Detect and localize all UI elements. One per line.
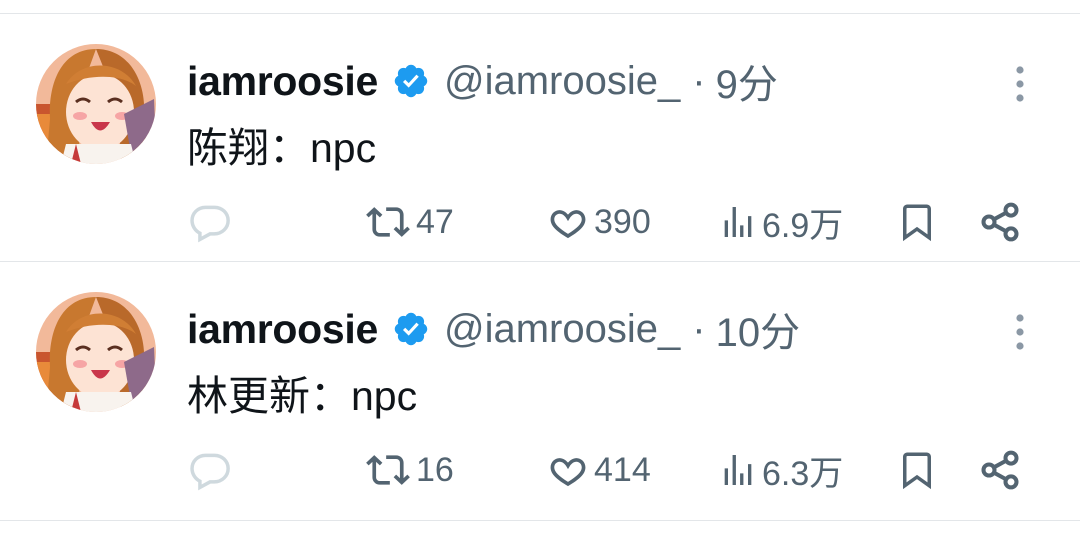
retweet-icon bbox=[364, 448, 412, 492]
action-bar: 16 414 6.3万 bbox=[0, 445, 1080, 495]
bottom-divider bbox=[0, 520, 1080, 521]
bookmark-icon bbox=[896, 198, 938, 246]
bookmark-button[interactable] bbox=[896, 445, 938, 495]
tweet-header: iamroosie @iamroosie_ · 10分 bbox=[187, 302, 800, 356]
display-name[interactable]: iamroosie bbox=[187, 58, 378, 105]
separator-dot: · bbox=[692, 58, 706, 103]
views-chart-icon bbox=[718, 448, 758, 492]
tweet-header: iamroosie @iamroosie_ · 9分 bbox=[187, 54, 778, 108]
user-handle[interactable]: @iamroosie_ bbox=[444, 307, 680, 352]
views-count: 6.3万 bbox=[762, 454, 844, 493]
views-count: 6.9万 bbox=[762, 206, 844, 245]
tweet-text: 陈翔：npc bbox=[187, 125, 377, 171]
views-button[interactable]: 6.9万 bbox=[718, 197, 843, 247]
tweet[interactable]: iamroosie @iamroosie_ · 9分 陈翔：npc 47 390 bbox=[0, 14, 1080, 260]
more-vertical-icon[interactable] bbox=[1010, 312, 1030, 352]
share-button[interactable] bbox=[978, 445, 1022, 495]
display-name[interactable]: iamroosie bbox=[187, 306, 378, 353]
more-vertical-icon[interactable] bbox=[1010, 64, 1030, 104]
share-icon bbox=[978, 200, 1022, 244]
retweet-count: 47 bbox=[416, 202, 454, 241]
verified-badge-icon bbox=[392, 310, 430, 348]
like-button[interactable]: 414 bbox=[546, 445, 651, 495]
reply-button[interactable] bbox=[188, 197, 232, 247]
retweet-count: 16 bbox=[416, 450, 454, 489]
like-count: 390 bbox=[594, 202, 651, 241]
share-button[interactable] bbox=[978, 197, 1022, 247]
retweet-icon bbox=[364, 200, 412, 244]
tweet[interactable]: iamroosie @iamroosie_ · 10分 林更新：npc 16 4… bbox=[0, 262, 1080, 508]
like-count: 414 bbox=[594, 450, 651, 489]
bookmark-icon bbox=[896, 446, 938, 494]
reply-button[interactable] bbox=[188, 445, 232, 495]
retweet-button[interactable]: 47 bbox=[364, 197, 454, 247]
timestamp[interactable]: 10分 bbox=[716, 300, 801, 358]
bookmark-button[interactable] bbox=[896, 197, 938, 247]
views-chart-icon bbox=[718, 200, 758, 244]
timestamp[interactable]: 9分 bbox=[716, 52, 778, 110]
like-button[interactable]: 390 bbox=[546, 197, 651, 247]
heart-icon bbox=[546, 448, 590, 492]
avatar[interactable] bbox=[36, 292, 156, 412]
reply-icon bbox=[188, 200, 232, 244]
heart-icon bbox=[546, 200, 590, 244]
verified-badge-icon bbox=[392, 62, 430, 100]
action-bar: 47 390 6.9万 bbox=[0, 197, 1080, 247]
retweet-button[interactable]: 16 bbox=[364, 445, 454, 495]
user-handle[interactable]: @iamroosie_ bbox=[444, 59, 680, 104]
tweet-text: 林更新：npc bbox=[187, 373, 418, 419]
reply-icon bbox=[188, 448, 232, 492]
share-icon bbox=[978, 448, 1022, 492]
separator-dot: · bbox=[692, 306, 706, 351]
avatar[interactable] bbox=[36, 44, 156, 164]
views-button[interactable]: 6.3万 bbox=[718, 445, 843, 495]
